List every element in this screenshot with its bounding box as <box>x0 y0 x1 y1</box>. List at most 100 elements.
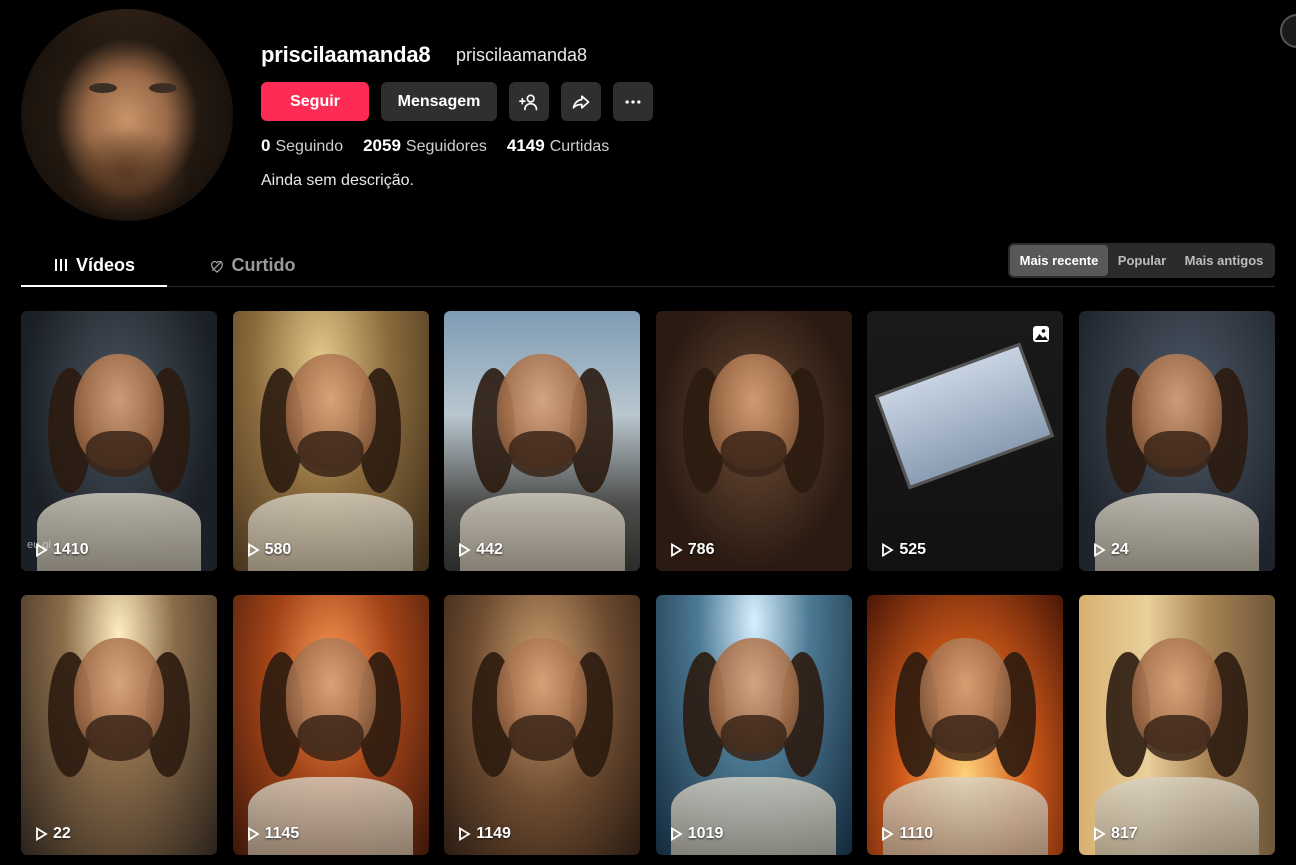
play-icon <box>1094 543 1106 557</box>
view-count: 786 <box>670 541 715 559</box>
thumb-beard <box>508 430 576 478</box>
play-icon <box>247 543 260 557</box>
view-count: 1149 <box>458 825 511 843</box>
liked-heart-icon <box>210 260 223 273</box>
thumb-robe <box>1094 493 1260 571</box>
view-count-value: 786 <box>687 541 715 558</box>
stat-followers[interactable]: 2059 Seguidores <box>363 136 487 156</box>
sort-option-recent[interactable]: Mais recente <box>1010 245 1108 276</box>
view-count-value: 1149 <box>476 825 511 842</box>
thumb-beard <box>85 714 153 762</box>
view-count: 1110 <box>881 825 933 843</box>
video-card[interactable]: 1145 <box>232 595 429 855</box>
view-count: 1019 <box>670 825 724 843</box>
photo-card[interactable]: 525 <box>867 311 1064 571</box>
view-count: 22 <box>35 825 71 843</box>
view-count-value: 24 <box>1110 541 1129 558</box>
stat-following-value: 0 <box>261 136 271 155</box>
play-icon <box>247 827 260 841</box>
add-friend-button[interactable] <box>509 82 549 121</box>
tab-liked[interactable]: Curtido <box>187 245 317 286</box>
profile-stats: 0 Seguindo 2059 Seguidores 4149 Curtidas <box>261 136 609 156</box>
avatar-eye-left <box>89 83 117 93</box>
video-card[interactable]: 442 <box>444 311 641 571</box>
profile-avatar <box>21 9 233 221</box>
tab-videos-label: Vídeos <box>75 254 136 275</box>
stat-followers-label: Seguidores <box>405 138 487 155</box>
thumb-beard <box>1143 430 1211 478</box>
profile-bio: Ainda sem descrição. <box>261 172 414 189</box>
play-icon <box>459 827 471 841</box>
photo-icon <box>1033 326 1050 342</box>
view-count-value: 1019 <box>687 825 724 842</box>
view-count: 1145 <box>247 825 300 843</box>
view-count-value: 1110 <box>899 825 934 842</box>
video-card[interactable]: 24 <box>1078 311 1275 571</box>
sort-selector: Mais recente Popular Mais antigos <box>1008 243 1275 278</box>
thumb-robe <box>1094 777 1260 855</box>
thumb-screen <box>874 342 1055 490</box>
view-count: 24 <box>1093 541 1129 559</box>
view-count-value: 525 <box>899 541 927 558</box>
thumb-beard <box>720 430 788 478</box>
thumb-beard <box>85 430 153 478</box>
video-card[interactable]: eu gi 1410 <box>21 311 217 571</box>
video-card[interactable]: 22 <box>21 595 217 855</box>
stat-likes: 4149 Curtidas <box>507 136 609 156</box>
stat-likes-label: Curtidas <box>549 138 610 155</box>
videos-grid-icon <box>54 259 67 271</box>
tab-videos[interactable]: Vídeos <box>21 245 167 287</box>
stat-followers-value: 2059 <box>363 136 401 155</box>
play-icon <box>670 543 683 557</box>
video-card[interactable]: 580 <box>232 311 429 571</box>
sort-option-popular[interactable]: Popular <box>1108 245 1176 276</box>
view-count: 580 <box>247 541 292 559</box>
thumb-robe <box>36 493 202 571</box>
avatar-hair <box>21 9 233 79</box>
thumb-beard <box>297 430 364 478</box>
more-icon <box>625 99 641 104</box>
thumb-robe <box>248 777 413 855</box>
view-count-value: 817 <box>1110 825 1138 842</box>
message-button[interactable]: Mensagem <box>381 82 497 121</box>
view-count-value: 442 <box>476 541 503 558</box>
profile-username: priscilaamanda8 <box>261 42 431 67</box>
thumb-beard <box>720 714 788 762</box>
play-icon <box>670 827 683 841</box>
sort-option-oldest[interactable]: Mais antigos <box>1176 245 1272 276</box>
video-card[interactable]: 1149 <box>444 595 641 855</box>
thumb-beard <box>1143 714 1211 762</box>
profile-nickname: priscilaamanda8 <box>456 45 588 65</box>
view-count-value: 1145 <box>264 825 300 842</box>
thumb-beard <box>508 714 576 762</box>
play-icon <box>459 543 471 557</box>
video-card[interactable]: 817 <box>1078 595 1275 855</box>
view-count: 1410 <box>35 541 89 559</box>
share-button[interactable] <box>561 82 601 121</box>
view-count: 817 <box>1093 825 1138 843</box>
video-grid: eu gi 1410 580 442 786 525 24 22 1145 11… <box>21 311 1275 855</box>
follow-button[interactable]: Seguir <box>261 82 369 121</box>
thumb-robe <box>248 493 413 571</box>
stat-following[interactable]: 0 Seguindo <box>261 136 343 156</box>
view-count-value: 22 <box>53 825 71 842</box>
thumb-beard <box>932 714 999 762</box>
more-button[interactable] <box>613 82 653 121</box>
play-icon <box>882 827 895 841</box>
thumb-robe <box>459 493 625 571</box>
stat-likes-value: 4149 <box>506 136 545 155</box>
video-card[interactable]: 786 <box>655 311 852 571</box>
thumb-beard <box>297 714 364 762</box>
video-card[interactable]: 1110 <box>867 595 1064 855</box>
share-icon <box>572 94 590 109</box>
add-friend-icon <box>519 94 538 110</box>
play-icon <box>1094 827 1106 841</box>
avatar-eye-right <box>149 83 177 93</box>
video-card[interactable]: 1019 <box>655 595 852 855</box>
view-count: 525 <box>881 541 926 559</box>
play-icon <box>36 827 48 841</box>
view-count-value: 580 <box>264 541 292 558</box>
play-icon <box>36 543 48 557</box>
tab-liked-label: Curtido <box>231 255 296 275</box>
scroll-edge-button[interactable] <box>1280 14 1296 48</box>
